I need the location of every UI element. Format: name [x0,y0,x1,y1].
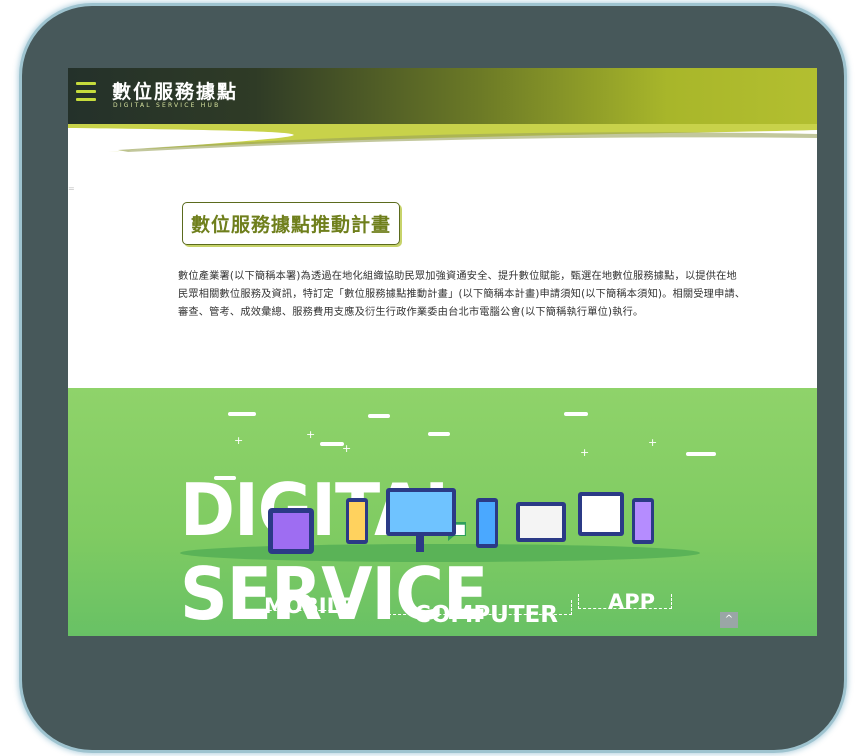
digital-service-banner: + + + + + OK DIGITAL SERVICE [68,388,817,636]
sparkle-decoration: + [580,446,590,459]
sparkle-decoration: + [342,442,352,455]
sparkle-decoration: + [234,434,244,447]
screen: 數位服務據點 DIGITAL SERVICE HUB = 數位服務據點推動計畫 … [68,68,817,636]
label-mobile: MOBILE [264,594,355,618]
label-app: APP [608,590,656,614]
plan-title: 數位服務據點推動計畫 [182,202,401,245]
label-computer: COMPUTER [414,602,558,628]
logo-title[interactable]: 數位服務據點 [112,77,238,104]
hamburger-menu-icon[interactable] [76,82,96,106]
intro-text: 數位產業署(以下簡稱本署)為透過在地化組織協助民眾加強資通安全、提升數位賦能，甄… [178,271,746,318]
site-header: 數位服務據點 DIGITAL SERVICE HUB [68,68,817,124]
logo-subtitle: DIGITAL SERVICE HUB [113,102,221,109]
side-marker: = [68,184,75,193]
sparkle-decoration: + [648,436,658,449]
back-to-top-icon[interactable]: ^ [720,612,738,628]
header-swoosh [68,124,817,152]
cloud-decoration [320,442,344,446]
cloud-decoration [368,414,390,418]
sparkle-decoration: + [306,428,316,441]
cloud-decoration [228,412,256,416]
cloud-decoration [564,412,588,416]
cloud-decoration [686,452,716,456]
cloud-decoration [428,432,450,436]
devices-illustration [268,488,654,554]
